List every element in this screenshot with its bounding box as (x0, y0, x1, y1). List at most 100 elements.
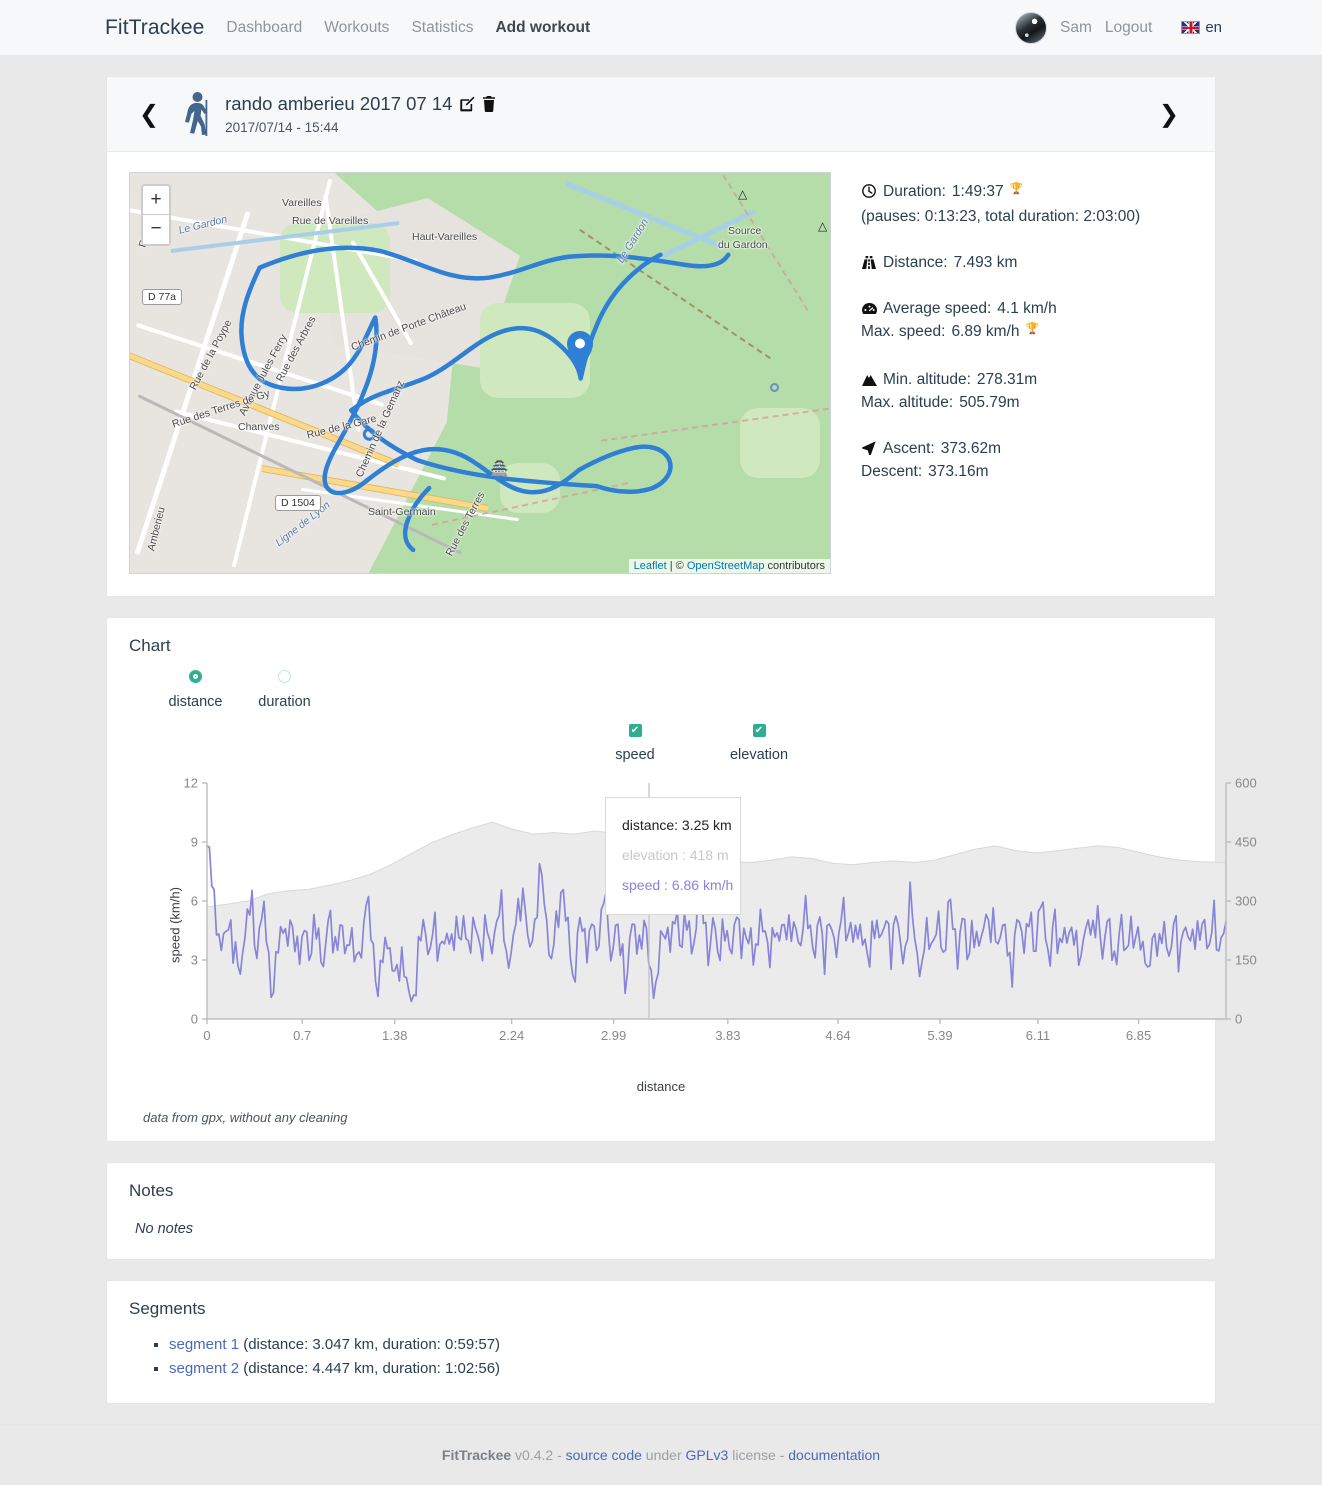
segment-2-detail: (distance: 4.447 km, duration: 1:02:56) (243, 1360, 501, 1377)
segment-1-detail: (distance: 3.047 km, duration: 0:59:57) (243, 1336, 501, 1353)
footer-license-tail: license - (728, 1447, 789, 1463)
record-trophy-icon: 🏆 (1025, 323, 1040, 335)
svg-text:3: 3 (191, 953, 198, 968)
svg-text:600: 600 (1235, 776, 1257, 791)
svg-text:2.99: 2.99 (601, 1028, 626, 1043)
stat-pauses: (pauses: 0:13:23, total duration: 2:03:0… (861, 205, 1193, 228)
stat-distance-block: Distance: 7.493 km (861, 251, 1193, 274)
footer-under: under (641, 1447, 686, 1463)
openstreetmap-link[interactable]: OpenStreetMap (687, 560, 765, 572)
main-navbar: FitTrackee Dashboard Workouts Statistics… (0, 0, 1322, 56)
radio-duration-indicator[interactable] (278, 670, 291, 683)
checkbox-elevation-indicator[interactable]: ✔ (752, 724, 766, 737)
map-label: Vareilles (282, 197, 322, 209)
stat-min-altitude-value: 278.31m (976, 371, 1038, 388)
notes-body: No notes (135, 1221, 194, 1237)
svg-text:5.39: 5.39 (927, 1028, 952, 1043)
stat-min-altitude-label: Min. altitude: (883, 371, 971, 388)
nav-link-dashboard[interactable]: Dashboard (226, 19, 302, 37)
nav-link-add-workout[interactable]: Add workout (495, 19, 590, 37)
stat-ascent-block: Ascent: 373.62m Descent: 373.16m (861, 437, 1193, 483)
stat-duration-label: Duration: (883, 183, 946, 200)
checkbox-speed[interactable]: ✔ speed (591, 724, 680, 763)
next-workout-button[interactable]: ❯ (1145, 102, 1193, 126)
series-toggle-group: ✔ speed ✔ elevation (129, 724, 1193, 763)
road-icon (861, 256, 877, 269)
radio-distance-label: distance (168, 694, 223, 710)
language-code: en (1205, 19, 1222, 36)
documentation-link[interactable]: documentation (788, 1447, 880, 1463)
map-attribution: Leaflet | © OpenStreetMap contributors (628, 559, 830, 573)
stat-pauses-text: (pauses: 0:13:23, total duration: 2:03:0… (861, 208, 1141, 225)
stat-max-altitude-value: 505.79m (959, 394, 1020, 411)
map-road-shield: D 1504 (275, 495, 321, 511)
attribution-separator: | © (666, 560, 687, 572)
license-link[interactable]: GPLv3 (686, 1447, 729, 1463)
footer-version: v0.4.2 - (515, 1447, 566, 1463)
svg-text:6.11: 6.11 (1026, 1028, 1050, 1043)
nav-link-workouts[interactable]: Workouts (324, 19, 389, 37)
workout-map[interactable]: 🏯 △ △ + − Leaflet | © OpenStreetMap cont… (129, 172, 831, 574)
stat-average-speed: Average speed: 4.1 km/h (861, 297, 1193, 320)
stat-distance-label: Distance: (883, 254, 948, 271)
radio-duration-label: duration (258, 694, 311, 710)
trash-icon[interactable] (482, 96, 496, 112)
record-trophy-icon: 🏆 (1009, 183, 1024, 195)
leaflet-link[interactable]: Leaflet (634, 560, 667, 572)
workout-stats: Duration: 1:49:37 🏆 (pauses: 0:13:23, to… (831, 172, 1193, 574)
x-axis-label: distance (636, 1079, 686, 1094)
radio-distance-indicator[interactable] (189, 670, 202, 683)
map-label: Source (728, 225, 762, 237)
radio-distance[interactable]: distance (151, 670, 240, 710)
zoom-in-button[interactable]: + (143, 186, 169, 215)
stat-duration: Duration: 1:49:37 🏆 (861, 180, 1193, 205)
chart-title: Chart (129, 636, 171, 655)
checkbox-speed-indicator[interactable]: ✔ (628, 724, 642, 737)
mountain-icon (861, 375, 877, 386)
workout-card: ❮ rando amberieu 2017 07 14 2017/07/14 -… (106, 76, 1216, 597)
workout-title-group: rando amberieu 2017 07 14 2017/07/14 - 1… (225, 93, 496, 135)
svg-text:3.83: 3.83 (715, 1028, 740, 1043)
flag-uk-icon (1181, 21, 1201, 34)
tooltip-elevation: elevation : 418 m (622, 847, 729, 863)
list-item: segment 2 (distance: 4.447 km, duration:… (169, 1357, 1193, 1381)
segments-card: Segments segment 1 (distance: 3.047 km, … (106, 1280, 1216, 1404)
logout-link[interactable]: Logout (1105, 19, 1152, 37)
previous-workout-button[interactable]: ❮ (125, 102, 173, 126)
workout-title: rando amberieu 2017 07 14 (225, 93, 453, 114)
checkbox-elevation-label: elevation (729, 747, 789, 763)
edit-icon[interactable] (459, 96, 476, 112)
segment-2-link[interactable]: segment 2 (169, 1360, 239, 1377)
location-arrow-icon (861, 441, 877, 455)
map-poi-icon (770, 383, 779, 392)
zoom-out-button[interactable]: − (143, 215, 169, 244)
stat-max-altitude-label: Max. altitude: (861, 394, 954, 411)
stat-ascent-label: Ascent: (883, 440, 935, 457)
stat-ascent-value: 373.62m (940, 440, 1002, 457)
svg-text:2.24: 2.24 (499, 1028, 524, 1043)
svg-text:6: 6 (191, 894, 198, 909)
footer-brand: FitTrackee (441, 1447, 512, 1463)
language-selector[interactable]: en (1181, 19, 1222, 36)
stat-duration-value: 1:49:37 (951, 183, 1004, 200)
app-brand[interactable]: FitTrackee (105, 16, 204, 40)
source-code-link[interactable]: source code (566, 1447, 642, 1463)
segment-1-link[interactable]: segment 1 (169, 1336, 239, 1353)
chart-plot-area[interactable]: speed (km/h) elevation (m) 0369120150300… (129, 775, 1256, 1075)
map-location-marker[interactable] (567, 331, 593, 369)
nav-link-statistics[interactable]: Statistics (411, 19, 473, 37)
avatar[interactable] (1015, 11, 1048, 44)
stat-descent-value: 373.16m (928, 463, 989, 480)
tachometer-icon (861, 302, 877, 315)
nav-links: Dashboard Workouts Statistics Add workou… (226, 19, 590, 37)
svg-text:150: 150 (1235, 953, 1257, 968)
svg-text:12: 12 (184, 776, 198, 791)
segments-title: Segments (129, 1299, 206, 1318)
gpx-route (239, 245, 731, 553)
workout-header: ❮ rando amberieu 2017 07 14 2017/07/14 -… (107, 77, 1215, 152)
checkbox-elevation[interactable]: ✔ elevation (715, 724, 804, 763)
stat-average-speed-value: 4.1 km/h (997, 300, 1057, 317)
stat-altitude-block: Min. altitude: 278.31m Max. altitude: 50… (861, 368, 1193, 414)
chart-tooltip: distance: 3.25 km elevation : 418 m spee… (605, 797, 741, 915)
radio-duration[interactable]: duration (240, 670, 329, 710)
